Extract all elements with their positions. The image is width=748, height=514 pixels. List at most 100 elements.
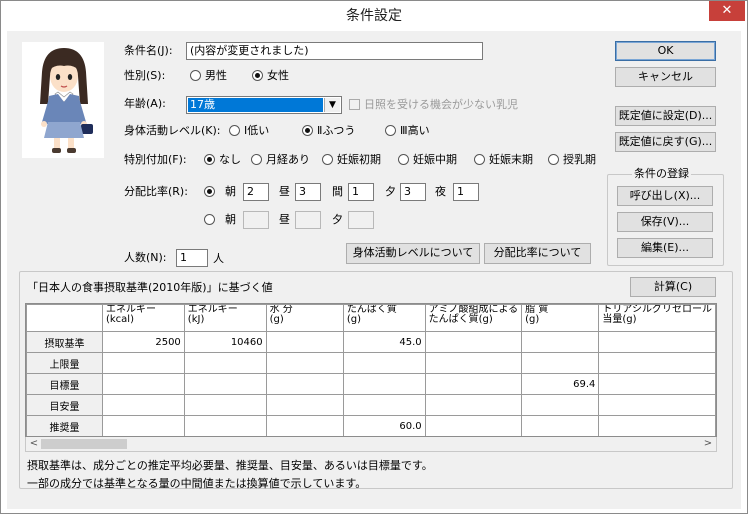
table-cell[interactable] [521, 352, 600, 374]
activity-low-radio[interactable] [229, 125, 240, 136]
table-cell[interactable] [598, 415, 716, 436]
activity-high-radio[interactable] [385, 125, 396, 136]
table-cell[interactable]: 10460 [183, 331, 267, 353]
ratio-evening-field[interactable]: 3 [400, 183, 426, 201]
ok-button[interactable]: OK [615, 41, 716, 61]
table-cell[interactable] [424, 331, 523, 353]
table-row[interactable]: 目安量 [26, 394, 716, 416]
cancel-button[interactable]: キャンセル [615, 67, 716, 87]
table-cell[interactable] [101, 394, 185, 416]
table-cell[interactable] [521, 331, 600, 353]
people-field[interactable]: 1 [176, 249, 208, 267]
ratio-night-field[interactable]: 1 [453, 183, 479, 201]
special-none-radio[interactable] [204, 154, 215, 165]
ratio-row2-radio[interactable] [204, 214, 215, 225]
scrollbar-thumb[interactable] [41, 439, 127, 449]
table-cell[interactable]: 69.4 [521, 373, 600, 395]
table-cell[interactable] [101, 352, 185, 374]
table-cell[interactable] [424, 373, 523, 395]
table-cell[interactable] [424, 415, 523, 436]
ratio-about-button[interactable]: 分配比率について [484, 243, 591, 264]
horizontal-scrollbar[interactable]: < > [25, 437, 717, 452]
load-button[interactable]: 呼び出し(X)... [617, 186, 713, 206]
people-unit: 人 [213, 252, 224, 265]
table-row[interactable]: 目標量 69.4 [26, 373, 716, 395]
table-cell[interactable] [598, 373, 716, 395]
close-button[interactable]: ✕ [709, 1, 745, 21]
set-default-button[interactable]: 既定値に設定(D)... [615, 106, 716, 126]
table-cell[interactable] [265, 373, 344, 395]
table-cell[interactable] [265, 415, 344, 436]
activity-mid-label: Ⅱふつう [317, 124, 356, 137]
ratio-row2-noon-label: 昼 [279, 213, 290, 226]
restore-default-button[interactable]: 既定値に戻す(G)... [615, 132, 716, 152]
column-header[interactable]: アミノ酸組成による たんぱく質(g) [424, 304, 523, 332]
table-cell[interactable] [342, 373, 426, 395]
ratio-row2-evening-label: 夕 [332, 213, 343, 226]
table-cell[interactable] [183, 352, 267, 374]
table-cell[interactable] [265, 331, 344, 353]
special-preg-early-radio[interactable] [322, 154, 333, 165]
chevron-left-icon[interactable]: < [27, 437, 41, 451]
column-header[interactable]: たんぱく質 (g) [342, 304, 426, 332]
table-cell[interactable] [265, 352, 344, 374]
age-select[interactable]: 17歳 ▼ [186, 96, 342, 114]
table-cell[interactable] [265, 394, 344, 416]
edit-button[interactable]: 編集(E)... [617, 238, 713, 258]
table-cell[interactable] [598, 352, 716, 374]
table-row[interactable]: 上限量 [26, 352, 716, 374]
table-cell[interactable] [183, 373, 267, 395]
save-button[interactable]: 保存(V)... [617, 212, 713, 232]
table-cell[interactable] [521, 394, 600, 416]
table-cell[interactable] [101, 415, 185, 436]
ratio-noon-field[interactable]: 3 [295, 183, 321, 201]
age-label: 年齢(A): [124, 97, 166, 110]
special-preg-mid-radio[interactable] [398, 154, 409, 165]
table-cell[interactable] [183, 394, 267, 416]
column-header[interactable]: 水 分 (g) [265, 304, 344, 332]
column-header[interactable]: トリアシルグリセロール 当量(g) [598, 304, 716, 332]
sunlight-checkbox[interactable] [349, 99, 360, 110]
table-cell[interactable] [342, 352, 426, 374]
special-menses-radio[interactable] [251, 154, 262, 165]
ratio-night-label: 夜 [435, 185, 446, 198]
ratio-row2-noon-field[interactable] [295, 211, 321, 229]
sex-male-radio[interactable] [190, 70, 201, 81]
table-cell[interactable] [183, 415, 267, 436]
table-cell[interactable]: 60.0 [342, 415, 426, 436]
table-row[interactable]: 推奨量 60.0 [26, 415, 716, 436]
special-preg-late-radio[interactable] [474, 154, 485, 165]
activity-mid-radio[interactable] [302, 125, 313, 136]
row-header: 上限量 [26, 352, 103, 374]
column-header[interactable]: エネルギー (kJ) [183, 304, 267, 332]
table-cell[interactable] [521, 415, 600, 436]
ratio-row2-morning-field[interactable] [243, 211, 269, 229]
activity-about-button[interactable]: 身体活動レベルについて [346, 243, 480, 264]
calc-button[interactable]: 計算(C) [630, 277, 716, 297]
footer-line-2: 一部の成分では基準となる量の中間値または換算値で示しています。 [27, 477, 367, 490]
table-cell[interactable] [424, 394, 523, 416]
table-cell[interactable] [342, 394, 426, 416]
ratio-morning-field[interactable]: 2 [243, 183, 269, 201]
table-row[interactable]: 摂取基準 2500 10460 45.0 [26, 331, 716, 353]
table-cell[interactable] [598, 394, 716, 416]
table-cell[interactable]: 2500 [101, 331, 185, 353]
ratio-evening-label: 夕 [385, 185, 396, 198]
results-table[interactable]: エネルギー (kcal) エネルギー (kJ) 水 分 (g) たんぱく質 (g) アミ… [25, 303, 717, 437]
name-field[interactable]: (内容が変更されました) [186, 42, 483, 60]
sex-female-radio[interactable] [252, 70, 263, 81]
ratio-row2-evening-field[interactable] [348, 211, 374, 229]
table-cell[interactable] [101, 373, 185, 395]
chevron-right-icon[interactable]: > [701, 437, 715, 451]
ratio-snack-field[interactable]: 1 [348, 183, 374, 201]
ratio-morning-label: 朝 [225, 185, 236, 198]
special-preg-mid-label: 妊娠中期 [413, 153, 457, 166]
table-cell[interactable] [424, 352, 523, 374]
table-cell[interactable]: 45.0 [342, 331, 426, 353]
table-cell[interactable] [598, 331, 716, 353]
ratio-row1-radio[interactable] [204, 186, 215, 197]
column-header[interactable]: 脂 質 (g) [521, 304, 600, 332]
column-header[interactable]: エネルギー (kcal) [101, 304, 185, 332]
special-lactation-radio[interactable] [548, 154, 559, 165]
chevron-down-icon[interactable]: ▼ [324, 98, 340, 112]
